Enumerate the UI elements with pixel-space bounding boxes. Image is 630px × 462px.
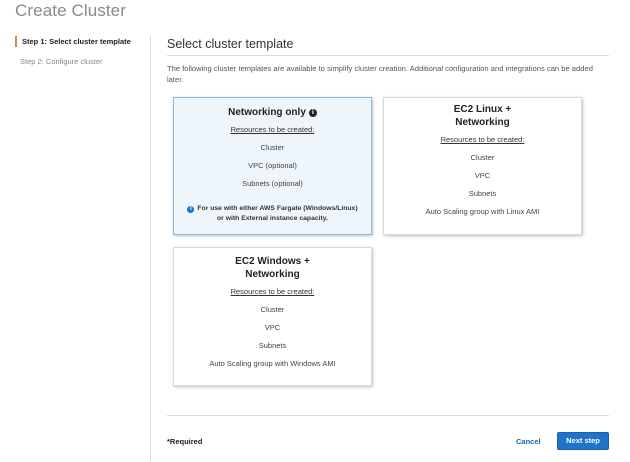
section-divider (167, 55, 609, 56)
vertical-divider (150, 36, 151, 462)
required-note: *Required (167, 437, 203, 446)
resource-item: Auto Scaling group with Windows AMI (209, 359, 336, 368)
template-card-networking-only[interactable]: Networking only i Resources to be created… (173, 97, 372, 235)
resource-item: Cluster (470, 153, 495, 162)
resources-label: Resources to be created: (230, 287, 315, 296)
template-card-ec2-windows[interactable]: EC2 Windows + Networking Resources to be… (173, 247, 372, 386)
card-title: EC2 Windows + Networking (235, 256, 310, 280)
card-title: Networking only i (174, 106, 371, 119)
cancel-button[interactable]: Cancel (516, 437, 541, 446)
footer-divider (167, 415, 609, 416)
next-step-button[interactable]: Next step (557, 432, 609, 450)
resource-item: VPC (optional) (248, 161, 297, 170)
step-1-select-template[interactable]: Step 1: Select cluster template (15, 36, 150, 47)
info-icon[interactable]: i (308, 109, 317, 117)
fargate-note: i For use with either AWS Fargate (Window… (174, 204, 371, 224)
step-2-configure-cluster: Step 2: Configure cluster (20, 57, 103, 66)
resource-item: Subnets (468, 189, 497, 198)
page-title: Create Cluster (15, 1, 126, 20)
resource-item: Auto Scaling group with Linux AMI (425, 207, 540, 216)
section-title: Select cluster template (167, 37, 294, 51)
wizard-steps: Step 1: Select cluster template Step 2: … (15, 36, 150, 67)
resource-item: Subnets (optional) (242, 179, 303, 188)
resource-item: Subnets (258, 341, 287, 350)
resources-label: Resources to be created: (440, 135, 525, 144)
resources-label: Resources to be created: (230, 125, 315, 134)
resource-item: Cluster (260, 143, 285, 152)
intro-text: The following cluster templates are avai… (167, 64, 593, 84)
resource-item: VPC (474, 171, 491, 180)
resource-item: Cluster (260, 305, 285, 314)
info-icon: i (187, 206, 195, 213)
card-title: EC2 Linux + Networking (453, 104, 512, 128)
template-card-ec2-linux[interactable]: EC2 Linux + Networking Resources to be c… (383, 97, 582, 235)
resource-item: VPC (264, 323, 281, 332)
